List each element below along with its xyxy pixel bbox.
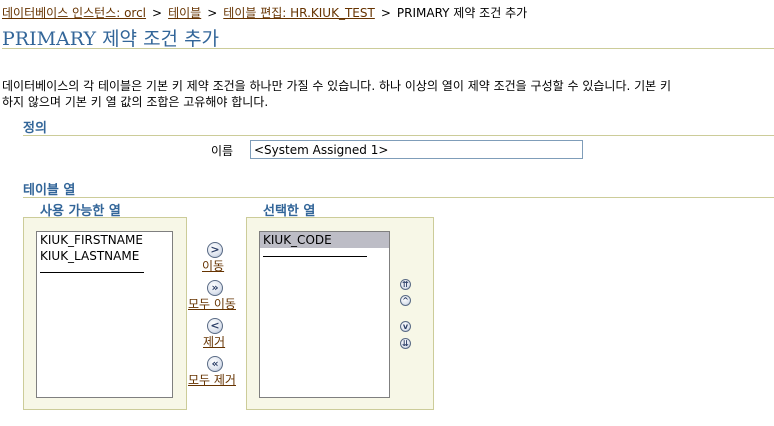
- page-title: PRIMARY 제약 조건 추가: [2, 28, 220, 50]
- selected-columns-listbox[interactable]: KIUK_CODE: [259, 231, 390, 398]
- move-up-icon[interactable]: ^: [400, 295, 411, 306]
- remove-link[interactable]: 제거: [203, 333, 225, 350]
- available-columns-listbox[interactable]: KIUK_FIRSTNAME KIUK_LASTNAME: [36, 231, 173, 398]
- breadcrumb-separator: >: [207, 6, 218, 20]
- page-description: 데이터베이스의 각 테이블은 기본 키 제약 조건을 하나만 가질 수 있습니다…: [2, 78, 774, 110]
- available-column-option[interactable]: KIUK_FIRSTNAME: [37, 232, 172, 248]
- move-right-icon[interactable]: >: [207, 242, 223, 258]
- description-line-1: 데이터베이스의 각 테이블은 기본 키 제약 조건을 하나만 가질 수 있습니다…: [2, 79, 672, 93]
- selected-column-placeholder: [260, 256, 389, 272]
- breadcrumb-separator: >: [152, 6, 163, 20]
- placeholder-line: [40, 272, 144, 273]
- table-columns-heading: 테이블 열: [23, 183, 76, 198]
- move-link[interactable]: 이동: [202, 257, 224, 274]
- placeholder-line: [263, 256, 367, 257]
- available-column-option[interactable]: KIUK_LASTNAME: [37, 248, 172, 264]
- move-left-icon[interactable]: <: [207, 318, 223, 334]
- remove-all-link[interactable]: 모두 제거: [188, 371, 236, 388]
- description-line-2: 하지 않으며 기본 키 열 값의 조합은 고유해야 합니다.: [2, 95, 269, 109]
- move-all-right-icon[interactable]: »: [207, 280, 223, 296]
- selected-column-option[interactable]: KIUK_CODE: [260, 232, 389, 248]
- breadcrumb: 데이터베이스 인스턴스: orcl > 테이블 > 테이블 편집: HR.KIUK_TE…: [2, 4, 527, 21]
- breadcrumb-link-tables[interactable]: 테이블: [168, 6, 201, 20]
- breadcrumb-separator: >: [380, 6, 391, 20]
- move-top-icon[interactable]: ⇈: [400, 279, 411, 290]
- name-label: 이름: [211, 144, 234, 158]
- available-column-placeholder: [37, 272, 172, 288]
- breadcrumb-current: PRIMARY 제약 조건 추가: [396, 6, 528, 20]
- breadcrumb-link-edit-table[interactable]: 테이블 편집: HR.KIUK_TEST: [223, 6, 375, 20]
- table-columns-divider: [23, 197, 774, 198]
- title-divider: [2, 48, 774, 49]
- move-down-icon[interactable]: v: [400, 321, 411, 332]
- definition-divider: [23, 135, 774, 136]
- breadcrumb-link-database-instance[interactable]: 데이터베이스 인스턴스: orcl: [2, 6, 146, 20]
- move-all-left-icon[interactable]: «: [207, 356, 223, 372]
- move-bottom-icon[interactable]: ⇊: [400, 338, 411, 349]
- definition-heading: 정의: [23, 121, 47, 136]
- move-all-link[interactable]: 모두 이동: [188, 295, 236, 312]
- constraint-name-input[interactable]: [250, 140, 583, 159]
